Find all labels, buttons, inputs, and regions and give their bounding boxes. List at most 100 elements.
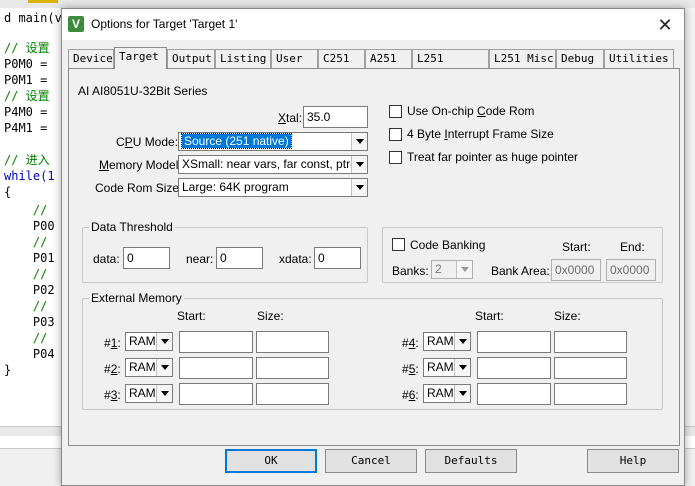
- tab-device[interactable]: Device: [68, 49, 114, 68]
- ext-mem-row-1-size[interactable]: [256, 331, 329, 353]
- code-line: P04: [4, 347, 55, 361]
- ext-mem-row-3-label: #3:: [104, 388, 121, 402]
- code-rom-size-label: Code Rom Size:: [95, 181, 183, 195]
- data-input[interactable]: 0: [123, 247, 170, 269]
- chevron-down-icon[interactable]: [454, 359, 470, 376]
- cpu-mode-value: Source (251 native): [181, 133, 292, 149]
- ok-button[interactable]: OK: [225, 449, 317, 473]
- ext-mem-row-2-start[interactable]: [179, 357, 253, 379]
- code-line: P4M0 =: [4, 105, 48, 119]
- ext-mem-row-2-type[interactable]: RAM: [125, 358, 173, 377]
- ext-mem-row-5-size[interactable]: [554, 357, 627, 379]
- tab-listing[interactable]: Listing: [215, 49, 271, 68]
- code-line: //: [4, 299, 48, 313]
- tab-strip: Device Target Output Listing User C251 A…: [68, 47, 680, 82]
- code-line: //: [4, 267, 48, 281]
- code-line: P0M0 =: [4, 57, 48, 71]
- chevron-down-icon[interactable]: [156, 333, 172, 350]
- ext-mem-size-label-left: Size:: [257, 309, 284, 323]
- chevron-down-icon[interactable]: [454, 333, 470, 350]
- ext-mem-row-1-label: #1:: [104, 336, 121, 350]
- code-line: P02: [4, 283, 55, 297]
- code-line: P01: [4, 251, 55, 265]
- code-line: // 设置: [4, 89, 50, 103]
- tab-output[interactable]: Output: [167, 49, 215, 68]
- close-button[interactable]: ✕: [650, 13, 680, 37]
- bank-area-label: Bank Area:: [491, 264, 550, 278]
- memory-model-select[interactable]: XSmall: near vars, far const, ptr-4: [178, 155, 368, 174]
- ext-mem-row-6-size[interactable]: [554, 383, 627, 405]
- tab-a251[interactable]: A251: [365, 49, 412, 68]
- bank-start-input[interactable]: 0x0000: [551, 259, 601, 281]
- use-onchip-code-rom-checkbox[interactable]: [389, 105, 402, 118]
- tab-utilities[interactable]: Utilities: [604, 49, 674, 68]
- banks-select[interactable]: 2: [431, 260, 473, 279]
- bank-end-label: End:: [620, 240, 645, 254]
- editor-tab-indicator: [28, 0, 58, 3]
- code-line: P4M1 =: [4, 121, 48, 135]
- four-byte-interrupt-label: 4 Byte Interrupt Frame Size: [407, 127, 554, 141]
- ext-mem-row-4-size[interactable]: [554, 331, 627, 353]
- near-input[interactable]: 0: [216, 247, 263, 269]
- xdata-input[interactable]: 0: [314, 247, 361, 269]
- tab-l251-misc[interactable]: L251 Misc: [489, 49, 556, 68]
- chevron-down-icon[interactable]: [156, 385, 172, 402]
- ext-mem-row-3-start[interactable]: [179, 383, 253, 405]
- dialog-title: Options for Target 'Target 1': [91, 17, 238, 31]
- treat-far-pointer-checkbox[interactable]: [389, 151, 402, 164]
- chevron-down-icon[interactable]: [454, 385, 470, 402]
- chevron-down-icon[interactable]: [351, 179, 367, 196]
- ext-mem-row-5-start[interactable]: [477, 357, 551, 379]
- close-icon: ✕: [657, 15, 673, 35]
- code-banking-checkbox[interactable]: [392, 238, 405, 251]
- chevron-down-icon[interactable]: [156, 359, 172, 376]
- tab-user[interactable]: User: [271, 49, 318, 68]
- cpu-mode-select[interactable]: Source (251 native): [178, 132, 368, 151]
- ext-mem-row-1-start[interactable]: [179, 331, 253, 353]
- ext-mem-row-2-size[interactable]: [256, 357, 329, 379]
- chevron-down-icon[interactable]: [351, 133, 367, 150]
- cancel-button[interactable]: Cancel: [325, 449, 417, 473]
- dialog-titlebar[interactable]: V Options for Target 'Target 1' ✕: [62, 9, 684, 40]
- code-line: // 进入: [4, 153, 50, 167]
- tab-c251[interactable]: C251: [318, 49, 365, 68]
- ext-mem-start-label-right: Start:: [475, 309, 504, 323]
- code-line: d main(v: [4, 11, 62, 25]
- device-name: AI AI8051U-32Bit Series: [78, 84, 208, 98]
- ext-mem-row-6-label: #6:: [402, 388, 419, 402]
- ext-mem-row-3-size[interactable]: [256, 383, 329, 405]
- bank-end-input[interactable]: 0x0000: [606, 259, 656, 281]
- ext-mem-row-3-type[interactable]: RAM: [125, 384, 173, 403]
- ext-mem-row-4-type[interactable]: RAM: [423, 332, 471, 351]
- defaults-button[interactable]: Defaults: [425, 449, 517, 473]
- uvision-app-icon: V: [68, 16, 84, 32]
- options-dialog: V Options for Target 'Target 1' ✕ Device…: [61, 8, 685, 486]
- cpu-mode-label: CPU Mode:: [116, 135, 179, 149]
- data-threshold-title: Data Threshold: [89, 220, 175, 234]
- code-line: while(1: [4, 169, 55, 183]
- chevron-down-icon[interactable]: [456, 261, 472, 278]
- use-onchip-code-rom-label: Use On-chip Code Rom: [407, 104, 535, 118]
- banks-value: 2: [435, 262, 442, 276]
- tab-l251-locate[interactable]: L251 Locate: [412, 49, 489, 82]
- ext-mem-size-label-right: Size:: [554, 309, 581, 323]
- ext-mem-start-label-left: Start:: [177, 309, 206, 323]
- banks-label: Banks:: [392, 264, 429, 278]
- ext-mem-row-4-start[interactable]: [477, 331, 551, 353]
- code-line: }: [4, 363, 12, 377]
- code-rom-size-select[interactable]: Large: 64K program: [178, 178, 368, 197]
- near-label: near:: [186, 252, 214, 266]
- ext-mem-row-6-start[interactable]: [477, 383, 551, 405]
- ext-mem-row-1-type[interactable]: RAM: [125, 332, 173, 351]
- code-line: P03: [4, 315, 55, 329]
- xdata-label: xdata:: [279, 252, 312, 266]
- ext-mem-row-5-type[interactable]: RAM: [423, 358, 471, 377]
- ext-mem-row-6-type[interactable]: RAM: [423, 384, 471, 403]
- chevron-down-icon[interactable]: [351, 156, 367, 173]
- four-byte-interrupt-checkbox[interactable]: [389, 128, 402, 141]
- tab-target[interactable]: Target: [114, 47, 167, 69]
- xtal-input[interactable]: 35.0: [303, 106, 368, 128]
- tab-debug[interactable]: Debug: [556, 49, 604, 68]
- help-button[interactable]: Help: [587, 449, 679, 473]
- code-line: //: [4, 203, 48, 217]
